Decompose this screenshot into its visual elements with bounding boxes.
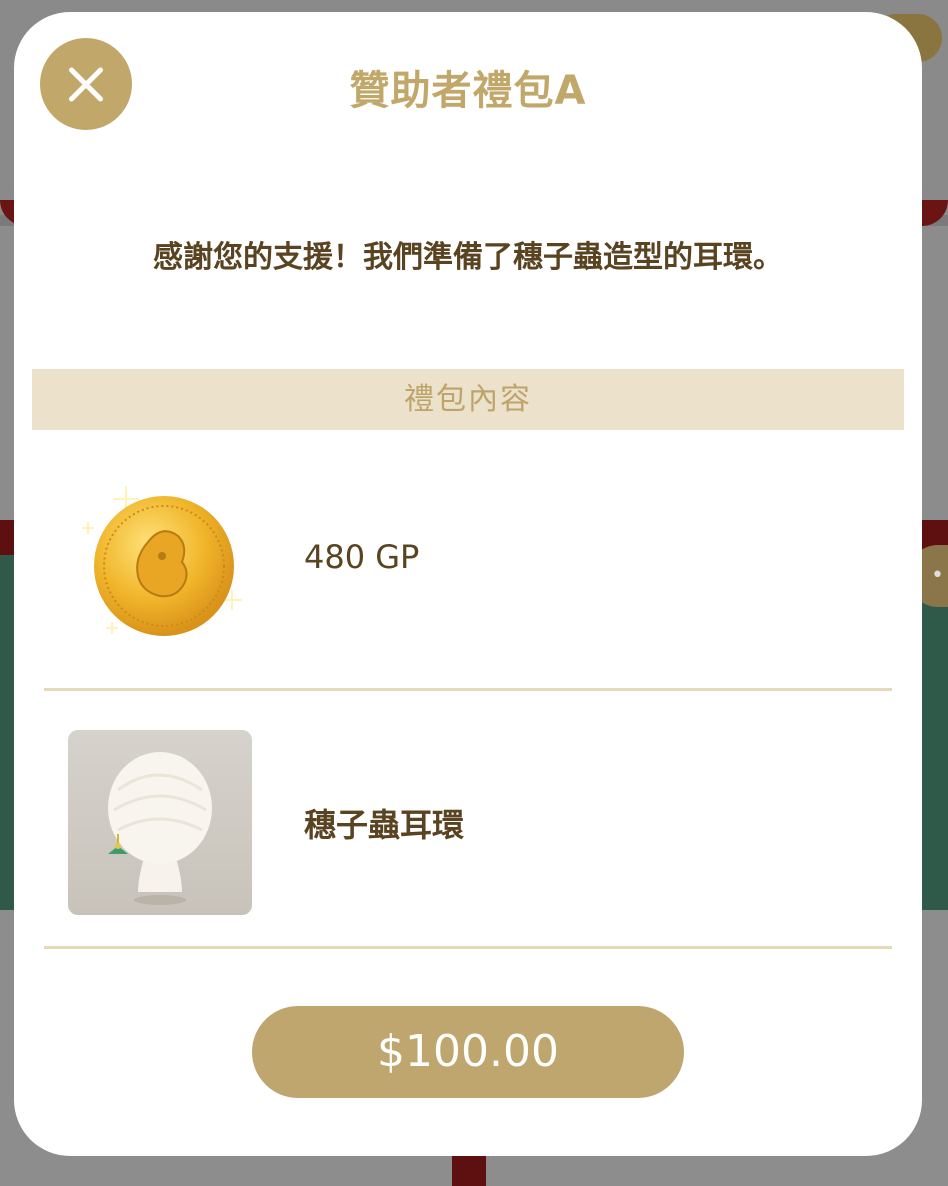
item-label: 480 GP [304,538,420,576]
earring-avatar-thumbnail [68,730,252,915]
list-item: 480 GP [44,442,892,691]
section-header: 禮包內容 [32,369,904,430]
list-item: 穗子蟲耳環 [44,688,892,949]
item-label: 穗子蟲耳環 [304,806,465,844]
gold-coin-icon [82,482,242,642]
bundle-modal: 贊助者禮包A 感謝您的支援！我們準備了穗子蟲造型的耳環。 禮包內容 480 GP… [14,12,922,1156]
purchase-button[interactable]: $100.00 [252,1006,684,1098]
modal-title: 贊助者禮包A [349,68,587,114]
modal-description: 感謝您的支援！我們準備了穗子蟲造型的耳環。 [153,240,783,275]
